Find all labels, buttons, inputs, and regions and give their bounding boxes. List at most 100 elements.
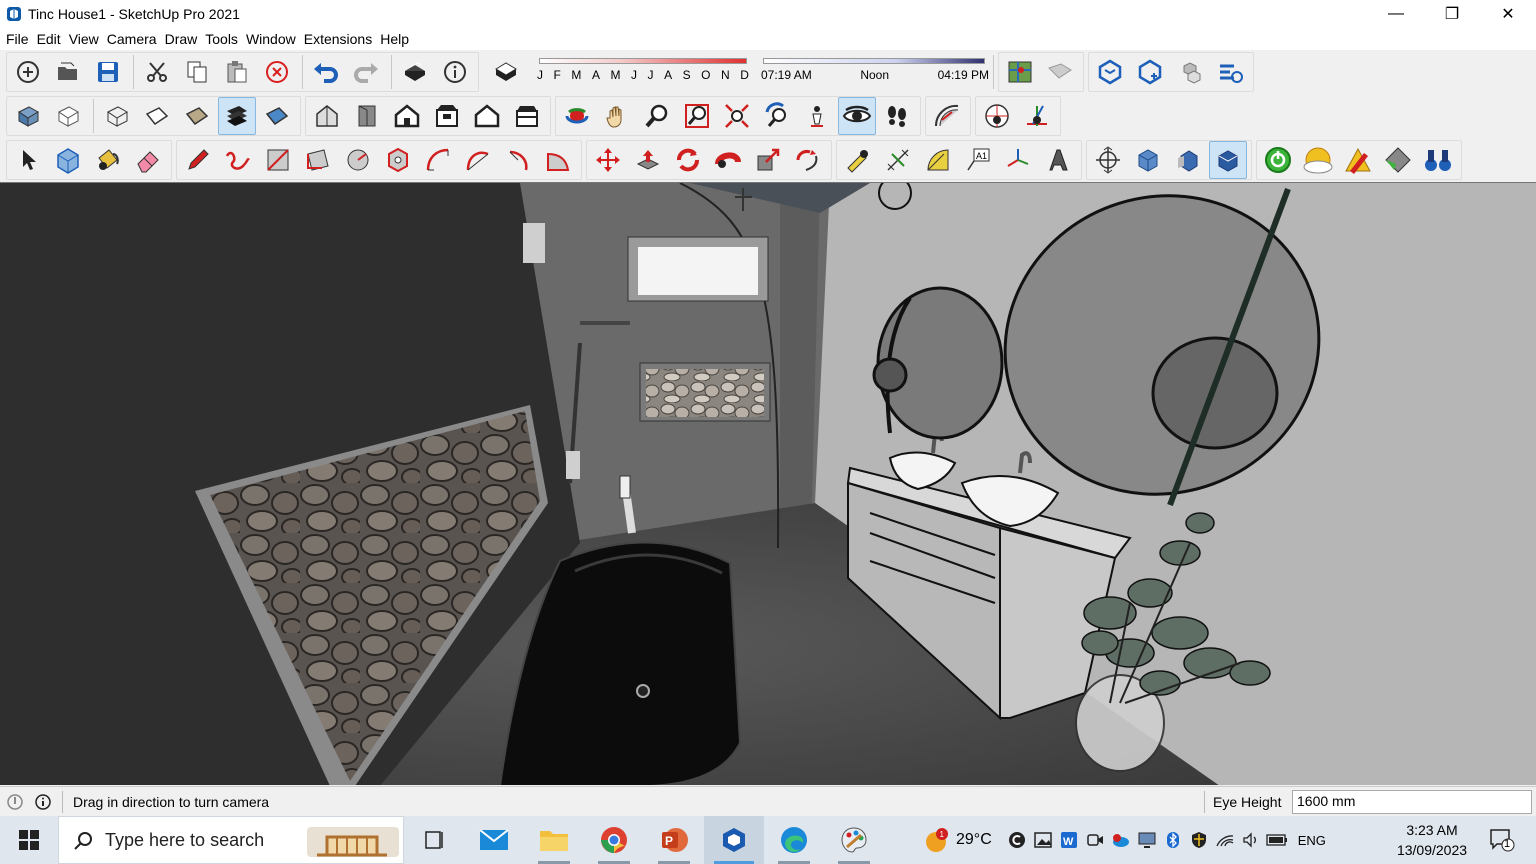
open-file-button[interactable] (49, 53, 87, 91)
print-button[interactable] (396, 53, 434, 91)
zoom-extents-button[interactable] (718, 97, 756, 135)
notifications-button[interactable]: 1 (1486, 824, 1518, 856)
shaded-with-textures-button[interactable] (218, 97, 256, 135)
menu-view[interactable]: View (65, 31, 103, 47)
volume-tray[interactable] (1238, 816, 1264, 864)
taskbar-clock[interactable]: 3:23 AM 13/09/2023 (1382, 820, 1482, 860)
erase-button[interactable] (258, 53, 296, 91)
arc-button[interactable] (419, 141, 457, 179)
taskbar-search[interactable]: Type here to search (58, 816, 404, 864)
zoom-button[interactable] (638, 97, 676, 135)
cut-button[interactable] (138, 53, 176, 91)
rotate-button[interactable] (669, 141, 707, 179)
menu-extensions[interactable]: Extensions (300, 31, 376, 47)
start-button[interactable] (0, 816, 58, 864)
weather-sun-icon[interactable]: 1 (922, 826, 950, 854)
word-tray[interactable]: W (1056, 816, 1082, 864)
rectangle-button[interactable] (259, 141, 297, 179)
weather-temperature[interactable]: 29°C (956, 831, 992, 849)
render-binoculars-button[interactable] (1419, 141, 1457, 179)
restore-button[interactable]: ❐ (1424, 0, 1480, 28)
3d-text-button[interactable] (1039, 141, 1077, 179)
freehand-button[interactable] (219, 141, 257, 179)
solar-north-button[interactable] (1018, 97, 1056, 135)
section-plane-button[interactable] (1089, 141, 1127, 179)
tape-measure-button[interactable] (839, 141, 877, 179)
redo-button[interactable] (347, 53, 385, 91)
wifi-tray[interactable] (1212, 816, 1238, 864)
chrome-app[interactable] (584, 816, 644, 864)
bathroom-scene[interactable] (0, 183, 1536, 785)
task-view-button[interactable] (404, 816, 464, 864)
paint-app[interactable] (824, 816, 884, 864)
menu-tools[interactable]: Tools (201, 31, 242, 47)
menu-window[interactable]: Window (242, 31, 300, 47)
new-file-button[interactable] (9, 53, 47, 91)
right-view-button[interactable] (428, 97, 466, 135)
bluetooth-tray[interactable] (1160, 816, 1186, 864)
xray-button[interactable] (9, 97, 47, 135)
render-pencil-button[interactable] (1339, 141, 1377, 179)
line-button[interactable] (179, 141, 217, 179)
previous-view-button[interactable] (758, 97, 796, 135)
rotated-rectangle-button[interactable] (299, 141, 337, 179)
shadows-toggle-button[interactable] (487, 53, 525, 91)
follow-me-button[interactable] (709, 141, 747, 179)
info-icon[interactable] (34, 793, 52, 811)
paste-button[interactable] (218, 53, 256, 91)
walk-button[interactable] (878, 97, 916, 135)
time-slider-track[interactable] (763, 58, 985, 64)
select-button[interactable] (9, 141, 47, 179)
sketchup-app[interactable] (704, 816, 764, 864)
back-view-button[interactable] (468, 97, 506, 135)
display-section-cuts-button[interactable] (1169, 141, 1207, 179)
minimize-button[interactable]: — (1368, 0, 1424, 28)
axes-button[interactable] (999, 141, 1037, 179)
front-view-button[interactable] (388, 97, 426, 135)
hidden-line-button[interactable] (138, 97, 176, 135)
extension-warehouse-button[interactable] (1211, 53, 1249, 91)
menu-help[interactable]: Help (376, 31, 413, 47)
wireframe-button[interactable] (98, 97, 136, 135)
zoom-window-button[interactable] (678, 97, 716, 135)
save-button[interactable] (89, 53, 127, 91)
cloud-tray[interactable] (1108, 816, 1134, 864)
pan-button[interactable] (598, 97, 636, 135)
render-power-button[interactable] (1259, 141, 1297, 179)
copy-button[interactable] (178, 53, 216, 91)
look-around-button[interactable] (838, 97, 876, 135)
protractor-button[interactable] (919, 141, 957, 179)
add-location-button[interactable] (1001, 53, 1039, 91)
make-component-button[interactable] (49, 141, 87, 179)
shaded-button[interactable] (178, 97, 216, 135)
file-explorer-app[interactable] (524, 816, 584, 864)
creative-cloud-tray[interactable] (1004, 816, 1030, 864)
position-camera-button[interactable] (798, 97, 836, 135)
3d-warehouse-button[interactable] (1091, 53, 1129, 91)
share-model-button[interactable] (1131, 53, 1169, 91)
orbit-button[interactable] (558, 97, 596, 135)
month-slider[interactable]: J F M A M J J A S O N D (533, 54, 753, 90)
north-tool-button[interactable] (978, 97, 1016, 135)
display-section-planes-button[interactable] (1129, 141, 1167, 179)
measurements-input[interactable]: 1600 mm (1292, 790, 1532, 814)
time-slider[interactable]: 07:19 AM Noon 04:19 PM (761, 54, 989, 90)
menu-file[interactable]: File (2, 31, 33, 47)
dimension-button[interactable] (879, 141, 917, 179)
three-point-arc-button[interactable] (499, 141, 537, 179)
month-slider-track[interactable] (539, 58, 747, 64)
eraser-button[interactable] (129, 141, 167, 179)
toggle-terrain-button[interactable] (1041, 53, 1079, 91)
polygon-button[interactable] (379, 141, 417, 179)
image-tray[interactable] (1030, 816, 1056, 864)
iso-view-button[interactable] (308, 97, 346, 135)
undo-button[interactable] (307, 53, 345, 91)
display-tray[interactable] (1134, 816, 1160, 864)
powerpoint-app[interactable]: P (644, 816, 704, 864)
push-pull-button[interactable] (629, 141, 667, 179)
move-button[interactable] (589, 141, 627, 179)
left-view-button[interactable] (508, 97, 546, 135)
monochrome-button[interactable] (258, 97, 296, 135)
top-view-button[interactable] (348, 97, 386, 135)
share-component-button[interactable] (1171, 53, 1209, 91)
